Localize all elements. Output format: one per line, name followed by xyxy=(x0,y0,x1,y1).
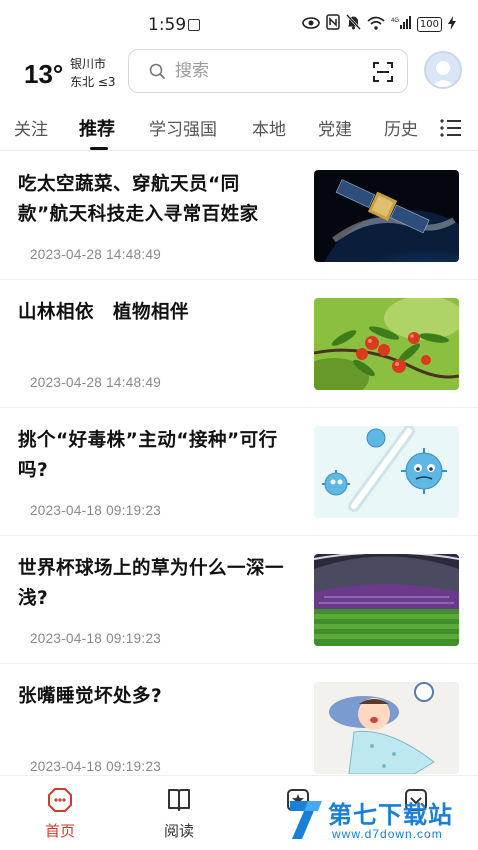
article-title[interactable]: 挑个“好毒株”主动“接种”可行吗? xyxy=(18,426,290,486)
list-item[interactable]: 挑个“好毒株”主动“接种”可行吗? 2023-04-18 09:19:23 xyxy=(0,408,478,536)
watermark: 第七下载站 www.d7down.com xyxy=(288,795,478,845)
nav-reading-label: 阅读 xyxy=(163,822,194,840)
channel-tabs: 关注 推荐 学习强国 本地 党建 历史 xyxy=(0,103,478,151)
article-thumbnail[interactable] xyxy=(314,298,459,390)
tab-recommend[interactable]: 推荐 xyxy=(79,115,115,141)
article-thumbnail[interactable] xyxy=(314,170,459,262)
charging-icon xyxy=(448,15,456,35)
home-icon xyxy=(48,788,72,812)
status-time: 1:59 xyxy=(148,15,187,35)
top-header: 13° 银川市 东北 ≤3 xyxy=(0,45,478,97)
signal-icon: 4G xyxy=(391,15,411,35)
article-time: 2023-04-18 09:19:23 xyxy=(30,631,162,646)
search-icon xyxy=(149,63,165,79)
list-item[interactable]: 山林相依 植物相伴 2023-04-28 14:48:49 xyxy=(0,280,478,408)
nav-home-label: 首页 xyxy=(44,822,75,840)
article-thumbnail[interactable] xyxy=(314,554,459,646)
status-icons: 4G 100 xyxy=(302,14,456,35)
news-feed: 吃太空蔬菜、穿航天员“同款”航天科技走入寻常百姓家 2023-04-28 14:… xyxy=(0,152,478,792)
article-title[interactable]: 吃太空蔬菜、穿航天员“同款”航天科技走入寻常百姓家 xyxy=(18,170,290,230)
tab-party-building[interactable]: 党建 xyxy=(318,115,352,140)
notification-icon xyxy=(188,19,200,31)
tab-local[interactable]: 本地 xyxy=(252,115,286,140)
satellite-earth-image xyxy=(314,170,459,262)
channel-menu-icon[interactable] xyxy=(440,118,462,138)
avatar[interactable] xyxy=(424,51,462,89)
article-time: 2023-04-28 14:48:49 xyxy=(30,375,162,390)
search-input[interactable] xyxy=(175,59,355,83)
watermark-url: www.d7down.com xyxy=(332,827,443,841)
svg-text:4G: 4G xyxy=(391,18,399,24)
wifi-icon xyxy=(367,15,385,35)
article-time: 2023-04-28 14:48:49 xyxy=(30,247,162,262)
football-stadium-image xyxy=(314,554,459,646)
book-icon xyxy=(168,789,190,811)
nav-reading[interactable]: 阅读 xyxy=(149,786,209,841)
watermark-text: 第七下载站 xyxy=(328,801,453,829)
tab-xuexi-qiangguo[interactable]: 学习强国 xyxy=(149,115,217,140)
nav-home[interactable]: 首页 xyxy=(30,786,90,841)
weather-city[interactable]: 银川市 xyxy=(70,55,106,72)
list-item[interactable]: 吃太空蔬菜、穿航天员“同款”航天科技走入寻常百姓家 2023-04-28 14:… xyxy=(0,152,478,280)
article-title[interactable]: 山林相依 植物相伴 xyxy=(18,298,290,328)
tab-history[interactable]: 历史 xyxy=(384,115,418,140)
article-thumbnail[interactable] xyxy=(314,682,459,774)
article-title[interactable]: 张嘴睡觉坏处多? xyxy=(18,682,290,712)
sleeping-child-image xyxy=(314,682,459,774)
search-box[interactable] xyxy=(128,49,408,93)
article-thumbnail[interactable] xyxy=(314,426,459,518)
article-time: 2023-04-18 09:19:23 xyxy=(30,503,162,518)
scan-icon[interactable] xyxy=(373,62,393,82)
red-berries-image xyxy=(314,298,459,390)
weather-wind: 东北 ≤3 xyxy=(70,75,116,89)
mute-icon xyxy=(345,14,361,35)
weather-temperature[interactable]: 13° xyxy=(24,59,63,90)
watermark-logo-icon xyxy=(290,801,322,839)
article-time: 2023-04-18 09:19:23 xyxy=(30,759,162,774)
tab-follow[interactable]: 关注 xyxy=(14,115,48,140)
article-title[interactable]: 世界杯球场上的草为什么一深一浅? xyxy=(18,554,290,614)
virus-cartoon-image xyxy=(314,426,459,518)
list-item[interactable]: 世界杯球场上的草为什么一深一浅? 2023-04-18 09:19:23 xyxy=(0,536,478,664)
battery-icon: 100 xyxy=(416,17,442,32)
list-item[interactable]: 张嘴睡觉坏处多? 2023-04-18 09:19:23 xyxy=(0,664,478,792)
eye-icon xyxy=(302,15,320,35)
nfc-icon xyxy=(326,14,340,35)
tab-active-indicator xyxy=(90,147,108,150)
